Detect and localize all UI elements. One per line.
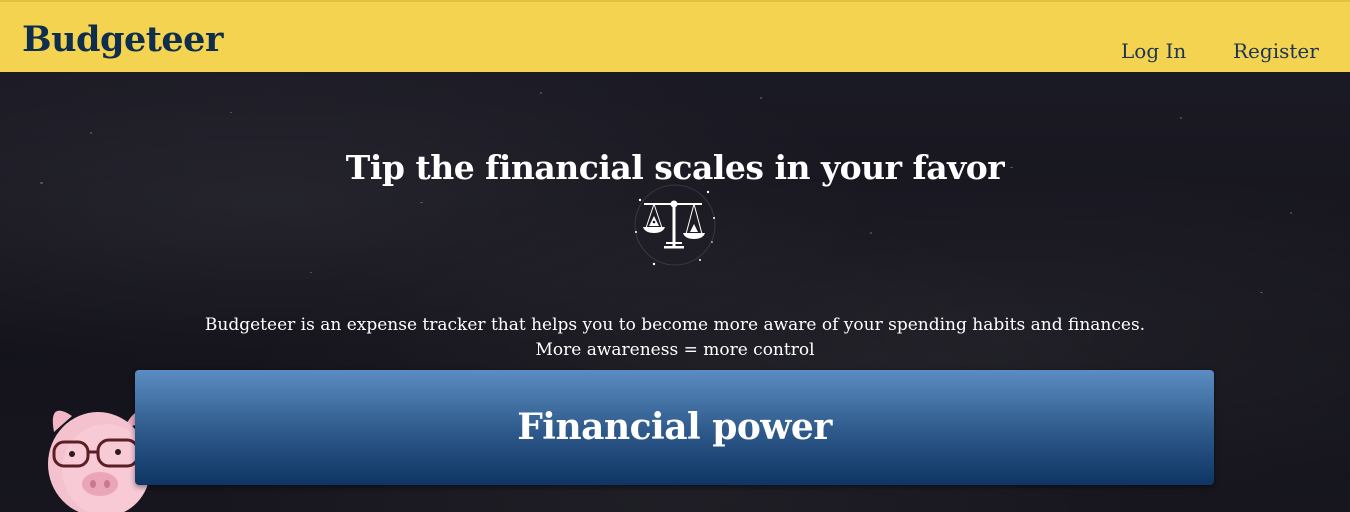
- chalk-speck: [1290, 212, 1292, 214]
- cta-label: Financial power: [517, 406, 832, 448]
- description-line: Budgeteer is an expense tracker that hel…: [204, 315, 1146, 335]
- navbar: Budgeteer Log In Register: [0, 0, 1350, 72]
- brand-logo[interactable]: Budgeteer: [22, 16, 223, 64]
- chalk-speck: [230, 112, 232, 113]
- register-link[interactable]: Register: [1233, 38, 1319, 64]
- login-link[interactable]: Log In: [1121, 38, 1186, 64]
- chalk-speck: [420, 202, 423, 203]
- chalk-speck: [90, 132, 92, 134]
- hero-section: Tip the financial scales in your favor B…: [0, 72, 1350, 512]
- financial-power-banner[interactable]: Financial power: [135, 370, 1214, 485]
- chalk-speck: [310, 272, 312, 273]
- chalk-speck: [870, 232, 872, 234]
- chalk-speck: [1260, 292, 1263, 293]
- description-tagline: More awareness = more control: [535, 340, 815, 360]
- hero-description: Budgeteer is an expense tracker that hel…: [0, 313, 1350, 363]
- landing-page: Budgeteer Log In Register Tip the financ…: [0, 0, 1350, 512]
- chalk-speck: [540, 92, 542, 94]
- balance-scale-icon: [634, 184, 716, 266]
- chalk-speck: [1180, 117, 1182, 119]
- chalk-speck: [760, 97, 762, 99]
